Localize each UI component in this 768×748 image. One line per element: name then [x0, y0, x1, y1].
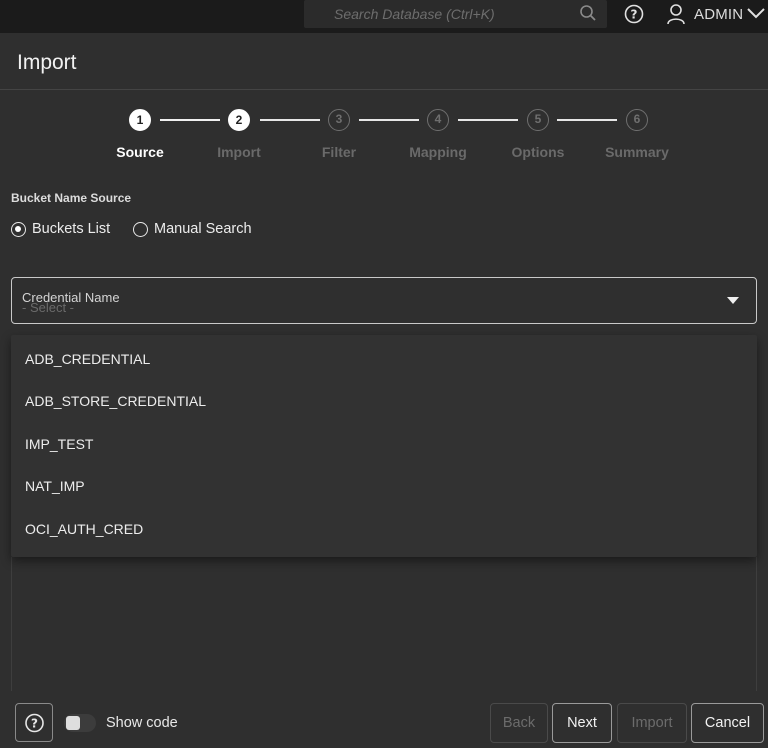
step-5-indicator[interactable]: 5 — [527, 109, 549, 131]
radio-label: Buckets List — [32, 221, 111, 237]
step-3-indicator[interactable]: 3 — [328, 109, 350, 131]
step-connector — [160, 119, 220, 121]
help-button[interactable]: ? — [15, 703, 53, 742]
top-bar: Search Database (Ctrl+K) ? ADMIN — [0, 0, 768, 33]
search-placeholder: Search Database (Ctrl+K) — [334, 6, 495, 22]
dropdown-option[interactable]: NAT_IMP — [25, 478, 85, 494]
search-icon[interactable] — [579, 4, 597, 27]
step-2-indicator[interactable]: 2 — [228, 109, 250, 131]
show-code-label: Show code — [106, 715, 178, 731]
search-database-input[interactable]: Search Database (Ctrl+K) — [304, 0, 607, 28]
chevron-down-icon[interactable] — [746, 6, 766, 25]
credential-name-select[interactable]: Credential Name - Select - — [11, 277, 757, 324]
step-4-indicator[interactable]: 4 — [427, 109, 449, 131]
step-1-label[interactable]: Source — [95, 144, 185, 160]
user-icon[interactable] — [666, 3, 686, 30]
radio-unselected-icon[interactable] — [133, 221, 148, 237]
radio-selected-icon[interactable] — [11, 221, 26, 237]
credential-dropdown-list: ADB_CREDENTIAL ADB_STORE_CREDENTIAL IMP_… — [11, 335, 757, 557]
bucket-source-title: Bucket Name Source — [11, 191, 132, 205]
radio-buckets-list[interactable]: Buckets List — [11, 220, 110, 238]
svg-text:?: ? — [31, 717, 38, 731]
step-4-label[interactable]: Mapping — [393, 144, 483, 160]
help-icon[interactable]: ? — [624, 4, 644, 29]
credential-placeholder: - Select - — [22, 300, 75, 315]
toggle-knob — [66, 716, 80, 730]
user-name[interactable]: ADMIN — [694, 6, 743, 23]
back-button[interactable]: Back — [490, 703, 548, 743]
next-button[interactable]: Next — [552, 703, 612, 743]
caret-down-icon[interactable] — [727, 297, 739, 304]
content-panel — [11, 557, 757, 691]
step-connector — [458, 119, 518, 121]
page-header: Import — [0, 33, 768, 90]
footer-bar: ? Show code Back Next Import Cancel — [0, 700, 768, 748]
step-5-label[interactable]: Options — [493, 144, 583, 160]
svg-text:?: ? — [631, 8, 638, 22]
step-connector — [557, 119, 617, 121]
step-6-indicator[interactable]: 6 — [626, 109, 648, 131]
step-connector — [359, 119, 419, 121]
dropdown-option[interactable]: ADB_CREDENTIAL — [25, 351, 150, 367]
radio-label: Manual Search — [154, 221, 252, 237]
step-connector — [260, 119, 320, 121]
dropdown-option[interactable]: OCI_AUTH_CRED — [25, 521, 143, 537]
step-6-label[interactable]: Summary — [592, 144, 682, 160]
step-1-indicator[interactable]: 1 — [129, 109, 151, 131]
dropdown-option[interactable]: ADB_STORE_CREDENTIAL — [25, 393, 206, 409]
radio-manual-search[interactable]: Manual Search — [133, 220, 252, 238]
dropdown-option[interactable]: IMP_TEST — [25, 436, 93, 452]
cancel-button[interactable]: Cancel — [691, 703, 764, 743]
page-title: Import — [17, 51, 77, 74]
import-button[interactable]: Import — [617, 703, 687, 743]
step-3-label[interactable]: Filter — [294, 144, 384, 160]
step-2-label[interactable]: Import — [194, 144, 284, 160]
show-code-toggle[interactable] — [64, 714, 96, 732]
